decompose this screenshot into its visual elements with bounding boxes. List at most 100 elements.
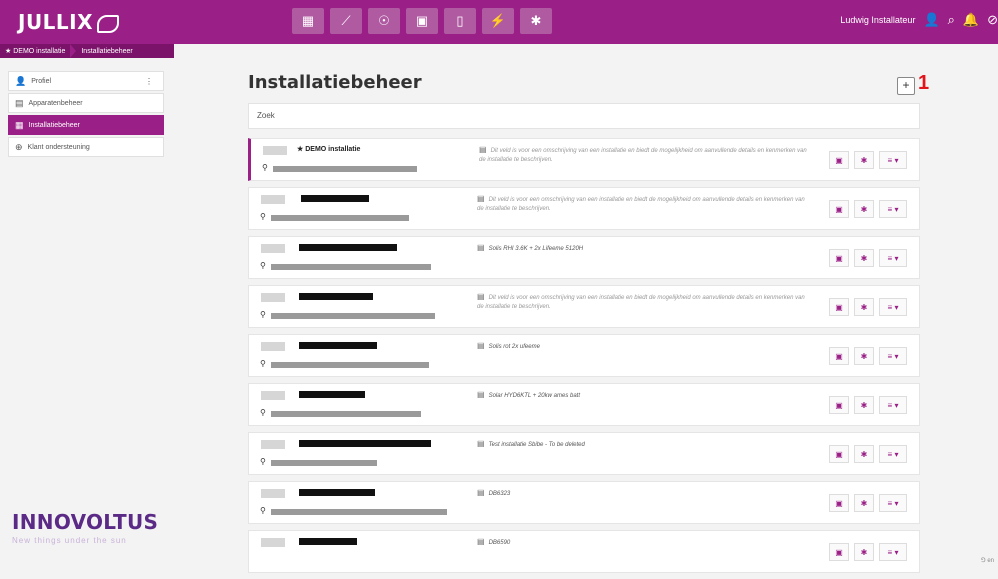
status-tag: [261, 538, 285, 547]
status-tag: [261, 440, 285, 449]
installation-note: ▤ Dit veld is voor een omschrijving van e…: [477, 292, 805, 310]
menu-dropdown-button[interactable]: ≡ ▾: [879, 445, 907, 463]
settings-button[interactable]: ✱: [854, 543, 874, 561]
menu-dropdown-button[interactable]: ≡ ▾: [879, 151, 907, 169]
calendar-button[interactable]: ▣: [829, 347, 849, 365]
main-nav: ▦ ⟋ ☉ ▣ ▯ ⚡ ✱: [292, 8, 552, 34]
bell-icon[interactable]: 🔔: [963, 12, 979, 28]
installation-note: ▤ Solis RHI 3.6K + 2x Lifeeme 5120H: [477, 243, 584, 252]
jullix-logo[interactable]: JULLIX: [18, 10, 120, 34]
page-title: Installatiebeheer: [248, 72, 422, 93]
installation-name-redacted[interactable]: [299, 342, 377, 349]
installation-row[interactable]: ⚲ ▤ Test installatie Sbibe - To be delete…: [248, 432, 920, 475]
status-tag: [261, 489, 285, 498]
menu-dropdown-button[interactable]: ≡ ▾: [879, 298, 907, 316]
brand-tagline: New things under the sun: [12, 536, 127, 545]
piggy-bank-icon[interactable]: ☉: [368, 8, 400, 34]
address-redacted: [271, 215, 409, 221]
menu-dropdown-button[interactable]: ≡ ▾: [879, 396, 907, 414]
settings-button[interactable]: ✱: [854, 396, 874, 414]
row-actions: ▣ ✱ ≡ ▾: [829, 151, 907, 169]
calendar-button[interactable]: ▣: [829, 200, 849, 218]
row-actions: ▣ ✱ ≡ ▾: [829, 347, 907, 365]
location-pin-icon: ⚲: [262, 163, 268, 172]
calendar-button[interactable]: ▣: [829, 396, 849, 414]
location-pin-icon: ⚲: [260, 457, 266, 466]
row-actions: ▣ ✱ ≡ ▾: [829, 396, 907, 414]
menu-dropdown-button[interactable]: ≡ ▾: [879, 200, 907, 218]
sidebar-item-profiel[interactable]: 👤 Profiel ⋮: [8, 71, 164, 91]
sidebar-item-klant-ondersteuning[interactable]: ⊕ Klant ondersteuning: [8, 137, 164, 157]
settings-button[interactable]: ✱: [854, 151, 874, 169]
user-icon[interactable]: 👤: [923, 12, 939, 28]
plug-icon[interactable]: ⚡: [482, 8, 514, 34]
installation-note: ▤ Dit veld is voor een omschrijving van e…: [477, 194, 805, 212]
money-icon[interactable]: ▣: [406, 8, 438, 34]
settings-button[interactable]: ✱: [854, 494, 874, 512]
installation-name-redacted[interactable]: [299, 489, 375, 496]
calendar-button[interactable]: ▣: [829, 543, 849, 561]
installation-row[interactable]: ⚲ ▤ DB6323 ▣ ✱ ≡ ▾: [248, 481, 920, 524]
calendar-button[interactable]: ▣: [829, 298, 849, 316]
installation-row[interactable]: ⚲ ▤ Solar HYD6KTL + 20kw ames batt ▣ ✱ ≡ …: [248, 383, 920, 426]
row-actions: ▣ ✱ ≡ ▾: [829, 249, 907, 267]
status-tag: [261, 293, 285, 302]
gear-icon[interactable]: ✱: [520, 8, 552, 34]
menu-dropdown-button[interactable]: ≡ ▾: [879, 494, 907, 512]
user-area: Ludwig Installateur 👤 ⌕ 🔔 ⊘: [840, 12, 998, 28]
breadcrumb-home[interactable]: ★ DEMO installatie: [0, 47, 70, 55]
sidebar-item-label: Profiel: [31, 77, 52, 85]
row-actions: ▣ ✱ ≡ ▾: [829, 445, 907, 463]
installation-row[interactable]: ⚲ ▤ Solis rot 2x ufeeme ▣ ✱ ≡ ▾: [248, 334, 920, 377]
settings-button[interactable]: ✱: [854, 200, 874, 218]
note-icon: ▤: [479, 145, 487, 154]
chart-icon[interactable]: ⟋: [330, 8, 362, 34]
calendar-button[interactable]: ▣: [829, 445, 849, 463]
installation-name-redacted[interactable]: [299, 244, 397, 251]
calendar-button[interactable]: ▣: [829, 151, 849, 169]
search-input[interactable]: Zoek: [248, 103, 920, 129]
installation-row[interactable]: ⚲ ▤ Dit veld is voor een omschrijving van…: [248, 285, 920, 328]
settings-button[interactable]: ✱: [854, 249, 874, 267]
sidebar-item-label: Apparatenbeheer: [28, 99, 83, 107]
installation-row[interactable]: ⚲ ▤ Solis RHI 3.6K + 2x Lifeeme 5120H ▣ ✱…: [248, 236, 920, 279]
status-tag: [261, 244, 285, 253]
sidebar-item-label: Installatiebeheer: [28, 121, 80, 129]
menu-dropdown-button[interactable]: ≡ ▾: [879, 347, 907, 365]
sidebar-item-apparatenbeheer[interactable]: ▤ Apparatenbeheer: [8, 93, 164, 113]
help-icon[interactable]: ⊘: [987, 12, 998, 28]
annotation-marker: 1: [918, 72, 930, 94]
leaf-icon: [97, 14, 120, 33]
installation-name-redacted[interactable]: [301, 195, 369, 202]
row-actions: ▣ ✱ ≡ ▾: [829, 298, 907, 316]
breadcrumb-current: Installatiebeheer: [81, 47, 133, 55]
installation-name[interactable]: ★ DEMO installatie: [297, 145, 360, 153]
language-indicator[interactable]: ⅁ en: [981, 557, 994, 564]
installation-row[interactable]: ★ DEMO installatie ⚲ ▤ Dit veld is voor e…: [248, 138, 920, 181]
note-icon: ▤: [477, 390, 485, 399]
calendar-button[interactable]: ▣: [829, 249, 849, 267]
installation-name-redacted[interactable]: [299, 538, 357, 545]
installation-name-redacted[interactable]: [299, 391, 365, 398]
dashboard-icon[interactable]: ▦: [292, 8, 324, 34]
add-installation-button[interactable]: +: [897, 77, 915, 95]
search-icon[interactable]: ⌕: [948, 12, 955, 28]
menu-dropdown-button[interactable]: ≡ ▾: [879, 249, 907, 267]
battery-icon[interactable]: ▯: [444, 8, 476, 34]
settings-button[interactable]: ✱: [854, 445, 874, 463]
settings-button[interactable]: ✱: [854, 347, 874, 365]
installation-note: ▤ DB6323: [477, 488, 511, 497]
installation-name-redacted[interactable]: [299, 440, 431, 447]
location-pin-icon: ⚲: [260, 212, 266, 221]
installation-name-redacted[interactable]: [299, 293, 373, 300]
user-name[interactable]: Ludwig Installateur: [840, 15, 915, 25]
installation-row[interactable]: ⚲ ▤ Dit veld is voor een omschrijving van…: [248, 187, 920, 230]
kebab-icon[interactable]: ⋮: [145, 77, 153, 86]
breadcrumb: ★ DEMO installatie Installatiebeheer: [0, 44, 174, 58]
menu-dropdown-button[interactable]: ≡ ▾: [879, 543, 907, 561]
calendar-button[interactable]: ▣: [829, 494, 849, 512]
sidebar-item-installatiebeheer[interactable]: ▦ Installatiebeheer: [8, 115, 164, 135]
note-icon: ▤: [477, 194, 485, 203]
settings-button[interactable]: ✱: [854, 298, 874, 316]
address-redacted: [271, 264, 431, 270]
